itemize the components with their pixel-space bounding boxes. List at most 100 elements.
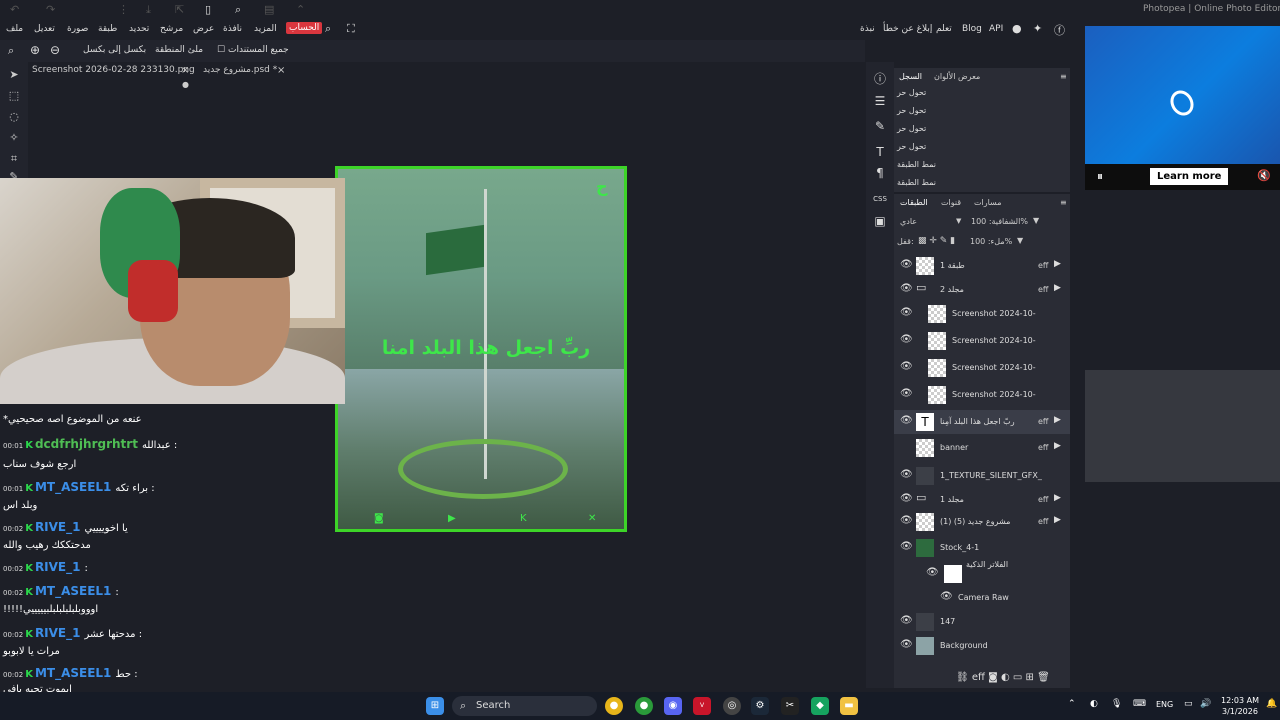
search-icon[interactable]: ⌕ xyxy=(325,22,331,36)
chevron-down-icon[interactable]: ▼ xyxy=(1017,236,1023,245)
layer-row[interactable]: 👁 T ربّ اجعل هذا البلد آمِنا eff ▶ xyxy=(894,410,1070,434)
visibility-eye-icon[interactable]: 👁 xyxy=(926,567,939,578)
tab-history[interactable]: السجل xyxy=(899,72,922,81)
expand-arrow-icon[interactable]: ▶ xyxy=(1054,259,1061,269)
network-icon[interactable]: ▭ xyxy=(1184,699,1193,709)
pixel-to-pixel-button[interactable]: بكسل إلى بكسل xyxy=(83,45,146,55)
expand-arrow-icon[interactable]: ▶ xyxy=(1054,515,1061,525)
visibility-eye-icon[interactable]: 👁 xyxy=(900,415,913,426)
panel-menu-icon[interactable]: ≡ xyxy=(1060,198,1067,207)
capcut-icon[interactable]: ✂ xyxy=(781,697,799,715)
move-tool-icon[interactable]: ➤ xyxy=(7,68,21,82)
link-learn[interactable]: تعلم xyxy=(936,24,952,34)
ad-video[interactable]: ⏸ Learn more 🔇 xyxy=(1085,26,1280,190)
chat-username[interactable]: RIVE_1 xyxy=(35,520,81,534)
export-icon[interactable]: ⇱ xyxy=(175,3,184,16)
layer-row[interactable]: 👁 ▭ مجلد 2 eff ▶ xyxy=(894,278,1070,302)
layer-row[interactable]: 👁 Stock_4-1 xyxy=(894,536,1070,560)
history-item[interactable]: تحول حر xyxy=(897,142,926,151)
layer-row[interactable]: 👁 مشروع جديد (5) (1) eff ▶ xyxy=(894,510,1070,534)
menu-edit[interactable]: تعديل xyxy=(34,24,55,34)
menu-image[interactable]: صورة xyxy=(67,24,88,34)
fill-field[interactable]: ملء: 100% xyxy=(970,237,1012,246)
paragraph-icon[interactable]: ¶ xyxy=(873,166,887,180)
chrome-profile-icon[interactable]: ● xyxy=(635,697,653,715)
mic-icon[interactable]: 🎙 xyxy=(1111,699,1122,709)
layer-actions-bar[interactable]: ⛓ eff ◙ ◐ ▭ ⊞ 🗑 xyxy=(956,672,1050,683)
history-item[interactable]: تحول حر xyxy=(897,124,926,133)
menu-window[interactable]: نافذة xyxy=(223,24,242,34)
visibility-eye-icon[interactable]: 👁 xyxy=(900,541,913,552)
panel-icon[interactable]: ▤ xyxy=(264,3,274,16)
lock-icons[interactable]: ▩ ✛ ✎ ▮ xyxy=(918,236,955,246)
link-report-bug[interactable]: إبلاغ عن خطأ xyxy=(883,24,932,34)
layer-row[interactable]: 👁 الفلاتر الذكية xyxy=(894,560,1070,586)
tray-icon[interactable]: ◐ xyxy=(1090,699,1098,709)
download-icon[interactable]: ⤓ xyxy=(146,3,151,17)
menu-account[interactable]: الحساب xyxy=(286,22,323,34)
layer-row[interactable]: 👁 Background xyxy=(894,634,1070,658)
history-item[interactable]: تحول حر xyxy=(897,106,926,115)
voice-app-icon[interactable]: V xyxy=(693,697,711,715)
volume-icon[interactable]: 🔊 xyxy=(1200,699,1211,709)
forward-icon[interactable]: ↷ xyxy=(46,3,55,16)
tab-paths[interactable]: مسارات xyxy=(974,198,1001,207)
info-icon[interactable]: ⓘ xyxy=(873,72,887,86)
more-icon[interactable]: ⋮ xyxy=(118,3,129,16)
layer-row[interactable]: 👁 Screenshot 2024-10- xyxy=(894,329,1070,353)
pause-icon[interactable]: ⏸ xyxy=(1097,169,1103,184)
image-icon[interactable]: ▣ xyxy=(873,214,887,228)
learn-more-button[interactable]: Learn more xyxy=(1150,168,1229,185)
panel-menu-icon[interactable]: ≡ xyxy=(1060,72,1067,81)
app-icon[interactable]: ◆ xyxy=(811,697,829,715)
tab-swatches[interactable]: معرض الألوان xyxy=(934,72,980,81)
lasso-tool-icon[interactable]: ◌ xyxy=(7,110,21,124)
taskbar-search[interactable]: ⌕ Search xyxy=(452,696,597,716)
start-icon[interactable]: ⊞ xyxy=(426,697,444,715)
layer-row[interactable]: 👁 Screenshot 2024-10- xyxy=(894,356,1070,380)
layer-row[interactable]: 👁 147 xyxy=(894,610,1070,634)
text-icon[interactable]: T xyxy=(873,145,887,159)
tab-screenshot[interactable]: Screenshot 2026-02-28 233130.png xyxy=(32,65,195,75)
layer-row[interactable]: banner eff ▶ xyxy=(894,436,1070,460)
mute-icon[interactable]: 🔇 xyxy=(1257,169,1271,182)
crop-tool-icon[interactable]: ⌗ xyxy=(7,152,21,166)
opacity-field[interactable]: الشفافية: 100% xyxy=(971,217,1028,226)
visibility-eye-icon[interactable]: 👁 xyxy=(900,259,913,270)
menu-filter[interactable]: مرشح xyxy=(160,24,183,34)
menu-select[interactable]: تحديد xyxy=(129,24,149,34)
marquee-tool-icon[interactable]: ⬚ xyxy=(7,89,21,103)
ad-banner[interactable] xyxy=(1085,370,1280,482)
menu-view[interactable]: عرض xyxy=(193,24,214,34)
expand-arrow-icon[interactable]: ▶ xyxy=(1054,415,1061,425)
obs-icon[interactable]: ◎ xyxy=(723,697,741,715)
visibility-eye-icon[interactable]: 👁 xyxy=(900,615,913,626)
css-icon[interactable]: CSS xyxy=(873,192,887,206)
layer-row[interactable]: 👁 طبقة 1 eff ▶ xyxy=(894,254,1070,278)
history-item[interactable]: تحول حر xyxy=(897,88,926,97)
expand-arrow-icon[interactable]: ▶ xyxy=(1054,283,1061,293)
layer-effects-indicator[interactable]: eff xyxy=(1038,517,1048,526)
history-item[interactable]: نمط الطبقة xyxy=(897,160,936,169)
file-explorer-icon[interactable]: ▬ xyxy=(840,697,858,715)
history-item[interactable]: نمط الطبقة xyxy=(897,178,936,187)
layer-effects-indicator[interactable]: eff xyxy=(1038,261,1048,270)
keyboard-icon[interactable]: ⌨ xyxy=(1133,699,1146,709)
visibility-eye-icon[interactable]: 👁 xyxy=(900,493,913,504)
visibility-eye-icon[interactable]: 👁 xyxy=(900,283,913,294)
twitter-icon[interactable]: ✦ xyxy=(1033,22,1042,35)
search-icon[interactable]: ⌕ xyxy=(235,3,241,17)
visibility-eye-icon[interactable]: 👁 xyxy=(900,469,913,480)
notification-icon[interactable]: 🔔 xyxy=(1266,699,1277,709)
chat-username[interactable]: MT_ASEEL1 xyxy=(35,584,111,598)
zoom-out-icon[interactable]: ⊖ xyxy=(50,43,60,57)
tray-chevron-icon[interactable]: ⌃ xyxy=(1068,699,1076,709)
tab-close-icon[interactable]: × xyxy=(277,65,285,76)
visibility-eye-icon[interactable]: 👁 xyxy=(900,334,913,345)
facebook-icon[interactable]: ⓕ xyxy=(1054,22,1065,38)
magic-wand-icon[interactable]: ✧ xyxy=(7,131,21,145)
link-about[interactable]: نبذة xyxy=(860,24,875,34)
fullscreen-icon[interactable]: ⛶ xyxy=(347,22,355,36)
chat-username[interactable]: MT_ASEEL1 xyxy=(35,480,111,494)
visibility-eye-icon[interactable]: 👁 xyxy=(900,361,913,372)
